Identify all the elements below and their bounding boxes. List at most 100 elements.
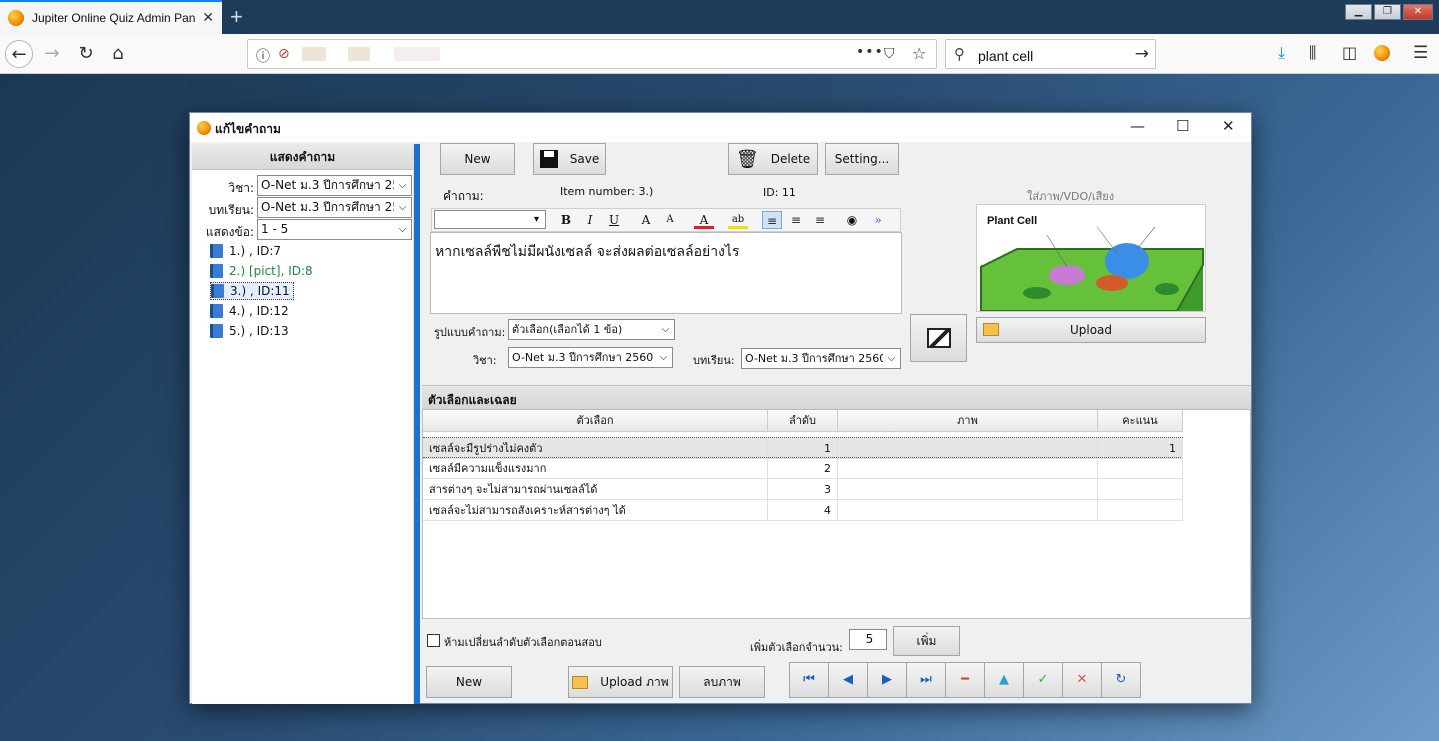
subject-select[interactable]: O-Net ม.3 ปีการศึกษา 2560 ⌵ [257,175,412,196]
panel-splitter[interactable] [414,144,420,704]
info-icon[interactable]: ⓘ [256,46,270,66]
library-icon[interactable]: ⫼ [1309,43,1316,63]
grow-font-button[interactable]: A [636,211,656,229]
question-type-select[interactable]: ตัวเลือก(เลือกได้ 1 ข้อ) ⌵ [508,319,675,340]
add-choices-button[interactable]: เพิ่ม [893,626,960,656]
order-cell[interactable]: 4 [768,500,838,521]
insecure-lock-icon: ⊘ [278,46,290,62]
table-row[interactable]: เซลล์จะไม่สามารถสังเคราะห์สารต่างๆ ได้ 4 [423,500,1183,521]
order-cell[interactable]: 2 [768,458,838,479]
choice-cell[interactable]: เซลล์จะมีรูปร่างไม่คงตัว [423,438,768,459]
score-cell[interactable] [1098,458,1183,479]
column-header-order[interactable]: ลำดับ [768,410,838,432]
question-tree-item[interactable]: 2.) [pict], ID:8 [210,262,316,280]
image-cell[interactable] [838,500,1098,521]
question-tree-item-selected[interactable]: 3.) , ID:11 [210,282,294,300]
cancel-record-icon[interactable]: ✕ [1062,662,1102,698]
order-cell[interactable]: 3 [768,479,838,500]
question-tree-item[interactable]: 1.) , ID:7 [210,242,284,260]
column-header-image[interactable]: ภาพ [838,410,1098,432]
bold-button[interactable]: B [556,211,576,229]
back-button[interactable]: ← [5,40,33,68]
new-choice-button[interactable]: New [426,666,512,698]
column-header-score[interactable]: คะแนน [1098,410,1183,432]
font-color-button[interactable]: A [694,211,714,229]
order-cell[interactable]: 1 [768,438,838,459]
underline-button[interactable]: U [604,211,624,229]
align-center-icon[interactable]: ≡ [786,211,806,229]
first-record-icon[interactable]: ⏮ [789,662,829,698]
window-close-button[interactable]: ✕ [1222,117,1235,135]
sidebar-icon[interactable]: ◫ [1342,43,1357,62]
align-left-icon[interactable]: ≡ [762,211,782,229]
browser-restore-button[interactable]: ❐ [1374,4,1401,20]
font-select[interactable]: ▾ [434,210,546,229]
media-upload-button[interactable]: Upload [976,317,1206,343]
home-button[interactable]: ⌂ [104,40,132,68]
italic-button[interactable]: I [580,211,600,229]
align-right-icon[interactable]: ≡ [810,211,830,229]
column-header-choice[interactable]: ตัวเลือก [423,410,768,432]
last-record-icon[interactable]: ⏭ [906,662,946,698]
upload-image-button[interactable]: Upload ภาพ [568,666,673,698]
add-count-input[interactable]: 5 [849,629,887,650]
score-cell[interactable] [1098,500,1183,521]
setting-button[interactable]: Setting... [825,143,899,175]
refresh-record-icon[interactable]: ↻ [1101,662,1141,698]
next-record-icon[interactable]: ▶ [867,662,907,698]
range-select[interactable]: 1 - 5 ⌵ [257,219,412,240]
delete-image-button[interactable]: ลบภาพ [679,666,765,698]
lesson-select[interactable]: O-Net ม.3 ปีการศึกษา 2560 ⌵ [257,197,412,218]
save-button[interactable]: Save [533,143,606,175]
table-row[interactable]: สารต่างๆ จะไม่สามารถผ่านเซลล์ได้ 3 [423,479,1183,500]
bookmark-star-icon[interactable]: ☆ [912,44,926,63]
pocket-icon[interactable]: ⛉ [884,46,895,62]
forward-button[interactable]: → [38,40,66,68]
question-editor[interactable]: หากเซลล์พืชไม่มีผนังเซลล์ จะส่งผลต่อเซลล… [430,232,902,314]
menu-icon[interactable]: ☰ [1413,43,1428,63]
image-cell[interactable] [838,479,1098,500]
highlight-button[interactable]: ab [728,211,748,229]
edit-record-icon[interactable]: ▲ [984,662,1024,698]
post-record-icon[interactable]: ✓ [1023,662,1063,698]
delete-button[interactable]: 🗑 Delete [728,143,818,175]
window-maximize-button[interactable]: ☐ [1176,117,1189,135]
shrink-font-button[interactable]: A [660,211,680,229]
choice-cell[interactable]: สารต่างๆ จะไม่สามารถผ่านเซลล์ได้ [423,479,768,500]
question-tree-item[interactable]: 4.) , ID:12 [210,302,292,320]
image-insert-button[interactable] [910,314,967,362]
choice-cell[interactable]: เซลล์จะไม่สามารถสังเคราะห์สารต่างๆ ได้ [423,500,768,521]
insert-image-icon[interactable]: ◉ [842,211,862,229]
new-question-button[interactable]: New [440,143,515,175]
question-text[interactable]: หากเซลล์พืชไม่มีผนังเซลล์ จะส่งผลต่อเซลล… [435,241,739,263]
tab-close-icon[interactable]: ✕ [202,10,214,26]
table-row[interactable]: เซลล์จะมีรูปร่างไม่คงตัว 1 1 [423,437,1183,459]
url-bar[interactable]: ⓘ ⊘ ••• ⛉ ☆ [247,39,937,69]
search-input[interactable]: plant cell [978,48,1033,64]
choice-cell[interactable]: เซลล์มีความแข็งแรงมาก [423,458,768,479]
question-subject-select[interactable]: O-Net ม.3 ปีการศึกษา 2560 วิ ⌵ [508,347,673,368]
reload-button[interactable]: ↻ [72,40,100,68]
extension-icon[interactable] [1374,45,1390,61]
image-cell[interactable] [838,458,1098,479]
downloads-icon[interactable]: ⤓ [1278,43,1285,63]
search-bar[interactable]: ⚲ plant cell → [945,39,1156,69]
browser-tab[interactable]: Jupiter Online Quiz Admin Pan ✕ [0,0,222,34]
score-cell[interactable] [1098,479,1183,500]
question-tree-item[interactable]: 5.) , ID:13 [210,322,292,340]
browser-close-button[interactable]: ✕ [1403,4,1433,20]
table-row[interactable]: เซลล์มีความแข็งแรงมาก 2 [423,458,1183,479]
new-tab-button[interactable]: + [230,4,243,30]
delete-record-icon[interactable]: ━ [945,662,985,698]
image-cell[interactable] [838,438,1098,459]
page-actions-icon[interactable]: ••• [856,44,884,60]
floppy-disk-icon [539,150,558,168]
no-shuffle-checkbox[interactable] [427,634,440,647]
more-tools-button[interactable]: » [868,211,888,229]
browser-minimize-button[interactable]: ▁ [1345,4,1372,20]
previous-record-icon[interactable]: ◀ [828,662,868,698]
score-cell[interactable]: 1 [1098,438,1183,459]
window-minimize-button[interactable]: — [1130,117,1145,135]
question-lesson-select[interactable]: O-Net ม.3 ปีการศึกษา 2560 วิ ⌵ [741,348,901,369]
search-go-icon[interactable]: → [1135,44,1149,64]
